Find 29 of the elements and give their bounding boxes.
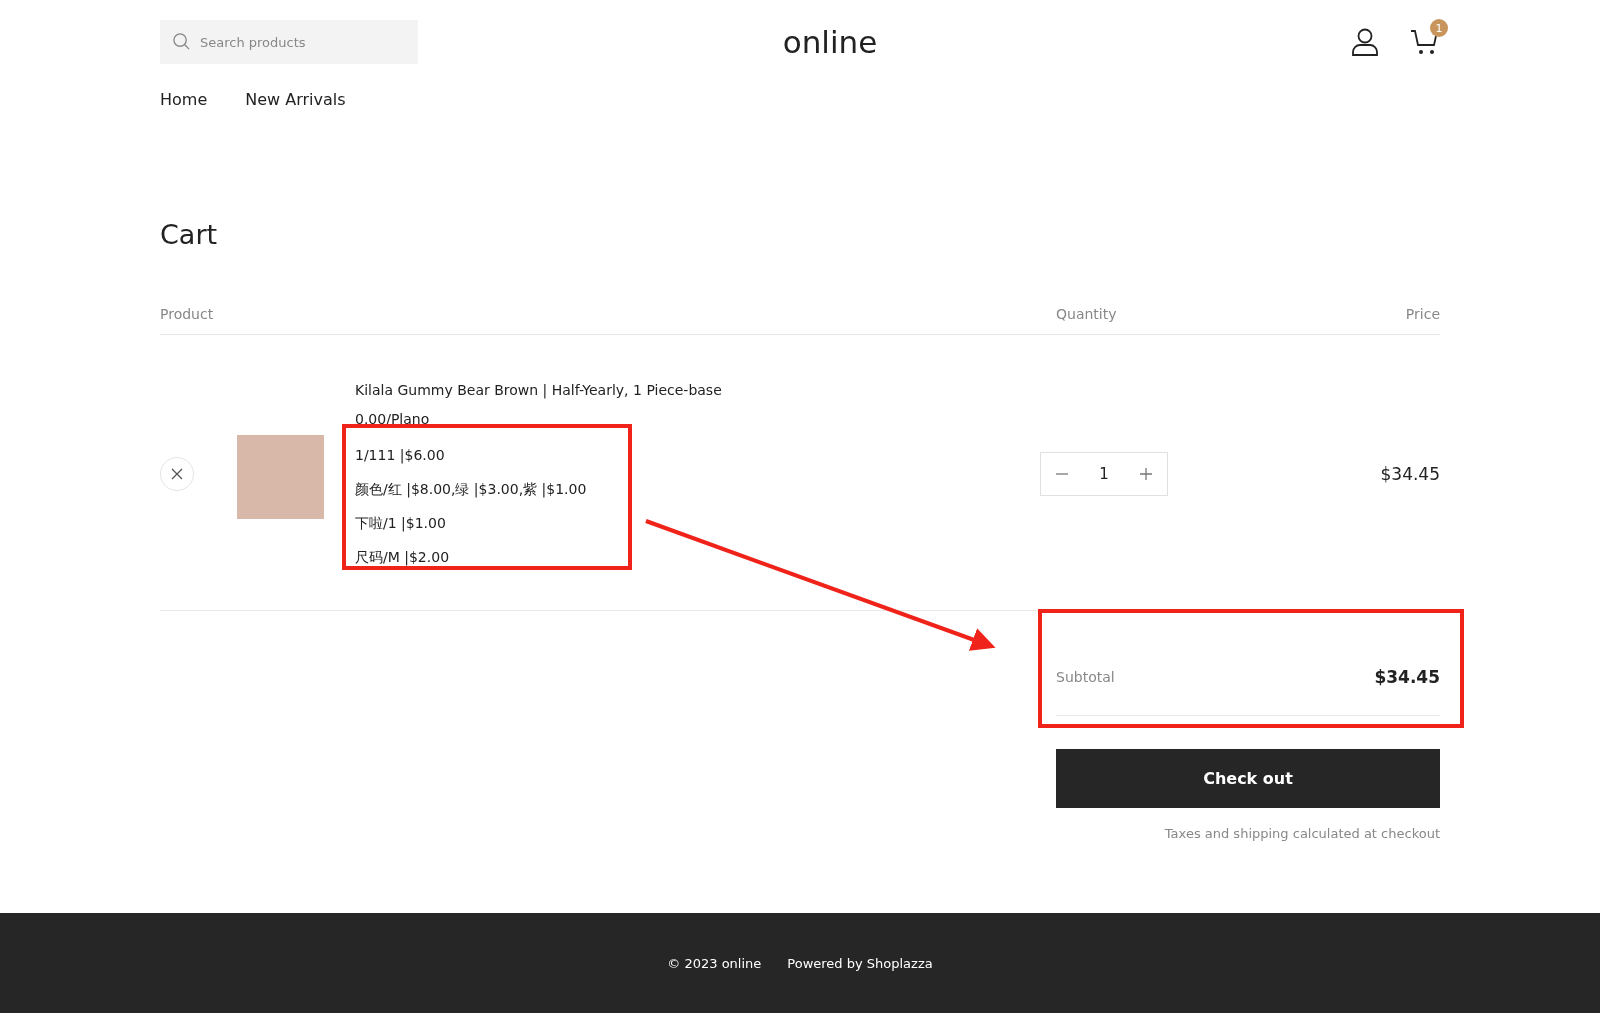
quantity-value: 1	[1099, 464, 1109, 483]
footer-text: Powered by Shoplazza	[787, 955, 933, 971]
nav-link[interactable]: Home	[160, 90, 208, 109]
product-option: 下啦/1 |$1.00	[355, 514, 1040, 532]
checkout-button[interactable]: Check out	[1056, 749, 1440, 808]
product-option: 颜色/红 |$8.00,绿 |$3.00,紫 |$1.00	[355, 480, 1040, 498]
user-icon[interactable]	[1350, 27, 1380, 57]
nav-link[interactable]: New Arrivals	[245, 90, 346, 109]
subtotal-label: Subtotal	[1056, 669, 1115, 685]
remove-button[interactable]	[160, 456, 194, 491]
cart-count-badge: 1	[1430, 19, 1448, 37]
footer-text: © 2023 online	[667, 955, 762, 971]
plus-icon[interactable]	[1139, 466, 1153, 481]
subtotal-value: $34.45	[1374, 667, 1440, 687]
column-header: Price	[1405, 306, 1440, 322]
product-option: 尺码/M |$2.00	[355, 548, 1040, 566]
column-header: Product	[160, 306, 215, 322]
search-field[interactable]: Search products	[160, 20, 418, 64]
page-title: Cart	[160, 219, 219, 250]
quantity-stepper[interactable]: 1	[1040, 451, 1168, 496]
tax-note: Taxes and shipping calculated at checkout	[1163, 826, 1440, 841]
search-icon	[172, 32, 191, 51]
column-header: Quantity	[1056, 306, 1118, 322]
product-option: 1/111 |$6.00	[355, 446, 1040, 464]
store-logo[interactable]: online	[782, 24, 878, 60]
product-name[interactable]: Kilala Gummy Bear Brown | Half-Yearly, 1 Piece-base	[355, 381, 1040, 399]
item-price: $34.45	[1379, 463, 1440, 484]
product-option: 0.00/Plano	[355, 410, 1040, 428]
close-icon	[171, 467, 183, 480]
